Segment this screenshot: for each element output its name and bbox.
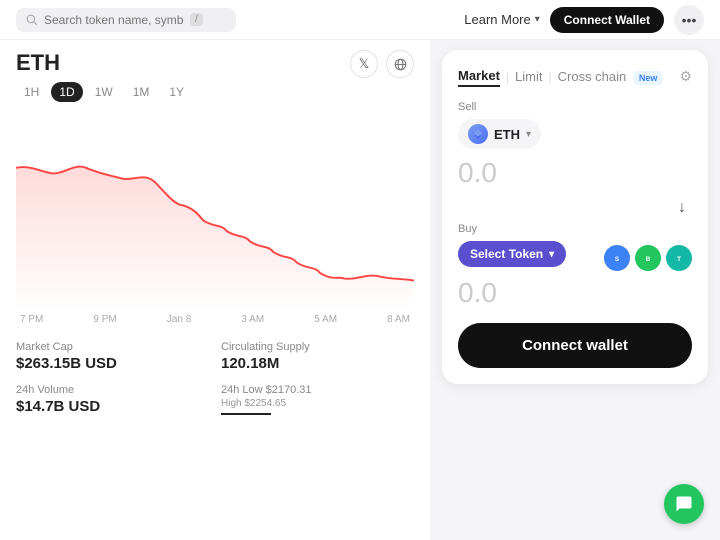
- volume-value: $14.7B USD: [16, 398, 209, 415]
- x-axis-labels: 7 PM 9 PM Jan 8 3 AM 5 AM 8 AM: [16, 310, 414, 325]
- sell-amount[interactable]: 0.0: [458, 155, 692, 197]
- supply-stat: Circulating Supply 120.18M: [221, 341, 414, 372]
- stats-grid: Market Cap $263.15B USD Circulating Supp…: [16, 341, 414, 415]
- supply-label: Circulating Supply: [221, 341, 414, 353]
- search-bar[interactable]: /: [16, 8, 236, 32]
- usdt-icon: T: [672, 251, 686, 265]
- time-btn-1m[interactable]: 1M: [125, 82, 158, 102]
- volume-label: 24h Volume: [16, 384, 209, 396]
- top-nav: / Learn More ▾ Connect Wallet •••: [0, 0, 720, 40]
- volume-stat: 24h Volume $14.7B USD: [16, 384, 209, 415]
- time-btn-1w[interactable]: 1W: [87, 82, 121, 102]
- swap-direction-row: ↓: [458, 199, 692, 217]
- x-label-0: 7 PM: [20, 314, 43, 325]
- quick-token-usdt[interactable]: T: [666, 245, 692, 271]
- tab-limit[interactable]: Limit: [515, 67, 542, 86]
- quick-token-sol[interactable]: S: [604, 245, 630, 271]
- tab-cross-chain[interactable]: Cross chain New: [558, 67, 663, 86]
- x-label-5: 8 AM: [387, 314, 410, 325]
- buy-section: Buy Select Token ▾ S: [458, 223, 692, 319]
- learn-more-link[interactable]: Learn More ▾: [464, 12, 540, 27]
- eth-logo: [472, 128, 484, 140]
- price-range-stat: 24h Low $2170.31 High $2254.65: [221, 384, 414, 415]
- sell-token-chevron: ▾: [526, 129, 531, 140]
- svg-text:B: B: [646, 256, 651, 263]
- supply-value: 120.18M: [221, 355, 414, 372]
- twitter-icon[interactable]: 𝕏: [350, 50, 378, 78]
- connect-wallet-main-button[interactable]: Connect wallet: [458, 323, 692, 368]
- select-token-chevron: ▾: [549, 249, 554, 260]
- tab-market[interactable]: Market: [458, 66, 500, 87]
- market-cap-value: $263.15B USD: [16, 355, 209, 372]
- globe-svg: [394, 58, 407, 71]
- price-chart: [16, 110, 414, 310]
- new-badge: New: [634, 71, 663, 85]
- quick-tokens: S B T: [604, 245, 692, 271]
- x-label-1: 9 PM: [93, 314, 116, 325]
- sol-icon: S: [610, 251, 624, 265]
- swap-tabs: Market | Limit | Cross chain New ⚙: [458, 66, 692, 87]
- buy-label: Buy: [458, 223, 692, 235]
- main-content: ETH 𝕏 1H 1D 1W 1M 1Y: [0, 40, 720, 540]
- chat-icon: [675, 495, 693, 513]
- eth-icon: [468, 124, 488, 144]
- more-options-button[interactable]: •••: [674, 5, 704, 35]
- swap-card: Market | Limit | Cross chain New ⚙ Sell: [442, 50, 708, 384]
- time-btn-1h[interactable]: 1H: [16, 82, 47, 102]
- time-btn-1d[interactable]: 1D: [51, 82, 82, 102]
- chevron-down-icon: ▾: [535, 14, 540, 25]
- search-input[interactable]: [44, 13, 184, 27]
- settings-icon[interactable]: ⚙: [679, 68, 692, 85]
- select-token-button[interactable]: Select Token ▾: [458, 241, 566, 267]
- sell-label: Sell: [458, 101, 692, 113]
- time-btn-1y[interactable]: 1Y: [161, 82, 192, 102]
- svg-text:S: S: [615, 256, 619, 263]
- x-label-4: 5 AM: [314, 314, 337, 325]
- price-high: High $2254.65: [221, 398, 414, 409]
- globe-icon[interactable]: [386, 50, 414, 78]
- time-selector: 1H 1D 1W 1M 1Y: [16, 82, 414, 102]
- search-icon: [26, 14, 38, 26]
- x-label-3: 3 AM: [241, 314, 264, 325]
- x-label-2: Jan 8: [167, 314, 191, 325]
- swap-arrow-icon[interactable]: ↓: [678, 199, 686, 217]
- buy-amount[interactable]: 0.0: [458, 275, 692, 319]
- chart-svg: [16, 110, 414, 310]
- quick-token-bnb[interactable]: B: [635, 245, 661, 271]
- market-cap-label: Market Cap: [16, 341, 209, 353]
- nav-right: Learn More ▾ Connect Wallet •••: [464, 5, 704, 35]
- bnb-icon: B: [641, 251, 655, 265]
- price-low: 24h Low $2170.31: [221, 384, 414, 396]
- slash-badge: /: [190, 13, 203, 26]
- connect-wallet-button[interactable]: Connect Wallet: [550, 7, 664, 33]
- right-panel: Market | Limit | Cross chain New ⚙ Sell: [430, 40, 720, 540]
- sell-token-symbol: ETH: [494, 127, 520, 142]
- sell-token-selector[interactable]: ETH ▾: [458, 119, 541, 149]
- price-range-bar: [221, 413, 271, 415]
- chat-button[interactable]: [664, 484, 704, 524]
- chart-area: ETH 𝕏 1H 1D 1W 1M 1Y: [0, 40, 430, 540]
- svg-text:T: T: [677, 256, 681, 263]
- social-icons: 𝕏: [350, 50, 414, 78]
- market-cap-stat: Market Cap $263.15B USD: [16, 341, 209, 372]
